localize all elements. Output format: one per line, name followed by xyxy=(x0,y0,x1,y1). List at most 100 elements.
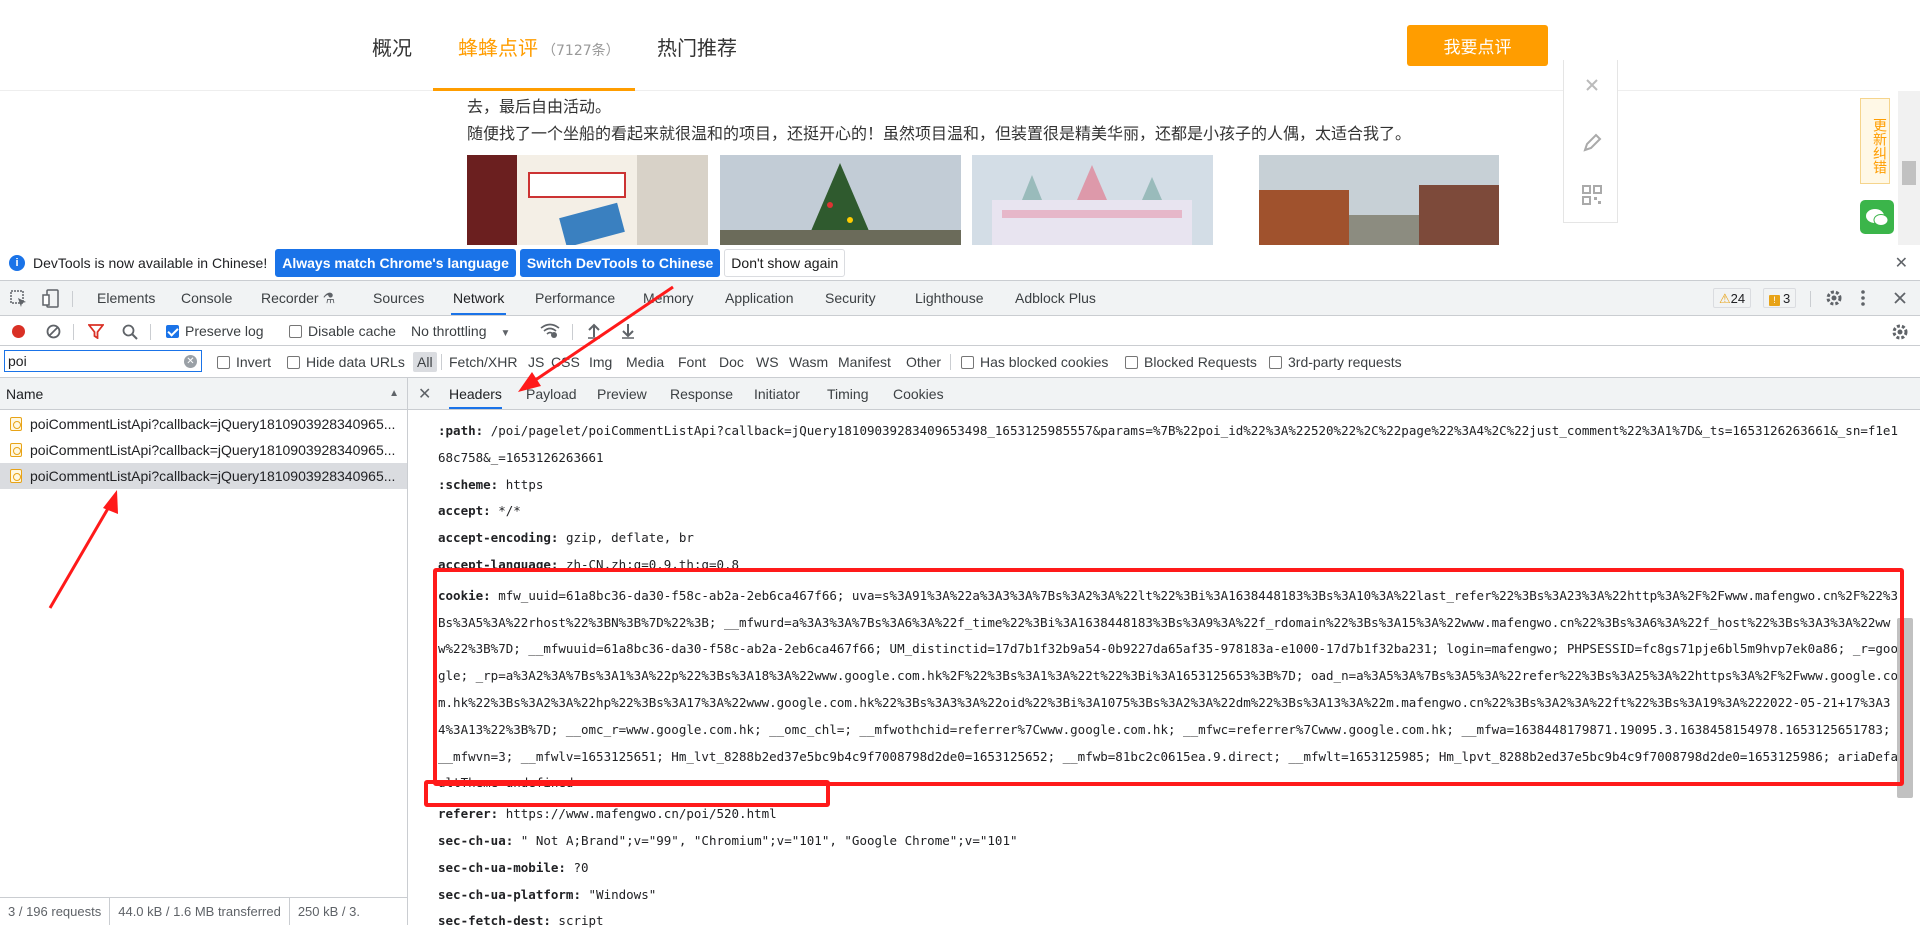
name-column-header[interactable]: Name ▲ xyxy=(0,378,407,410)
close-icon[interactable]: ✕ xyxy=(418,384,431,404)
divider xyxy=(150,324,151,340)
header-value: gzip, deflate, br xyxy=(565,530,694,546)
tab-preview[interactable]: Preview xyxy=(597,378,647,409)
review-photo[interactable] xyxy=(467,155,708,245)
request-name: poiCommentListApi?callback=jQuery1810903… xyxy=(30,442,396,458)
tab-network[interactable]: Network xyxy=(451,281,507,315)
chevron-down-icon: ▼ xyxy=(500,328,511,339)
tab-recorder[interactable]: Recorder ⚗ xyxy=(259,281,337,315)
photo-sign-graphic xyxy=(467,155,708,245)
invert-checkbox[interactable]: Invert xyxy=(217,347,271,377)
page-scrollbar[interactable] xyxy=(1898,91,1920,245)
inspect-element-icon[interactable] xyxy=(10,290,28,308)
blocked-cookies-checkbox[interactable]: Has blocked cookies xyxy=(961,347,1108,377)
type-filter-wasm[interactable]: Wasm xyxy=(787,352,830,372)
tab-initiator[interactable]: Initiator xyxy=(754,378,800,409)
network-conditions-icon[interactable] xyxy=(540,323,560,339)
warnings-badge[interactable]: ⚠24 xyxy=(1713,288,1752,308)
type-filter-ws[interactable]: WS xyxy=(754,352,781,372)
tab-reviews[interactable]: 蜂蜂点评 （7127条） xyxy=(458,32,620,61)
type-filter-font[interactable]: Font xyxy=(676,352,708,372)
type-filter-all[interactable]: All xyxy=(413,352,437,372)
wechat-icon[interactable] xyxy=(1860,200,1894,234)
tab-elements[interactable]: Elements xyxy=(95,281,157,315)
tab-console[interactable]: Console xyxy=(179,281,234,315)
more-options-icon[interactable] xyxy=(1859,289,1867,307)
tab-payload[interactable]: Payload xyxy=(526,378,577,409)
review-photo[interactable] xyxy=(720,155,961,245)
tab-recorder-label: Recorder xyxy=(261,290,319,306)
name-column-label: Name xyxy=(6,386,44,402)
type-filter-media[interactable]: Media xyxy=(624,352,666,372)
request-row[interactable]: poiCommentListApi?callback=jQuery1810903… xyxy=(0,411,407,437)
dont-show-again-button[interactable]: Don't show again xyxy=(724,248,846,277)
import-har-icon[interactable] xyxy=(587,323,601,339)
tab-overview[interactable]: 概况 xyxy=(372,32,412,61)
clear-filter-icon[interactable]: ✕ xyxy=(184,355,197,368)
tab-cookies[interactable]: Cookies xyxy=(893,378,944,409)
share-tool[interactable] xyxy=(1564,60,1619,110)
type-filter-manifest[interactable]: Manifest xyxy=(836,352,893,372)
correction-tab[interactable]: 更新纠错 xyxy=(1860,98,1890,184)
checkbox xyxy=(289,325,302,338)
match-language-button[interactable]: Always match Chrome's language xyxy=(275,248,516,277)
tab-memory[interactable]: Memory xyxy=(641,281,696,315)
close-devtools-icon[interactable] xyxy=(1893,291,1907,305)
tab-performance[interactable]: Performance xyxy=(533,281,617,315)
disable-cache-checkbox[interactable]: Disable cache xyxy=(289,316,396,346)
request-row[interactable]: poiCommentListApi?callback=jQuery1810903… xyxy=(0,437,407,463)
search-icon[interactable] xyxy=(122,324,138,340)
device-toolbar-icon[interactable] xyxy=(42,289,60,309)
close-icon[interactable]: ✕ xyxy=(1895,253,1908,273)
tab-lighthouse[interactable]: Lighthouse xyxy=(913,281,986,315)
hide-data-urls-checkbox[interactable]: Hide data URLs xyxy=(287,347,405,377)
filter-input[interactable] xyxy=(4,350,202,372)
issues-badge[interactable]: ! 3 xyxy=(1763,288,1797,308)
active-tab-underline xyxy=(433,88,635,91)
disable-cache-label: Disable cache xyxy=(308,323,396,339)
type-filter-other[interactable]: Other xyxy=(904,352,943,372)
info-icon: i xyxy=(9,254,25,271)
clear-icon[interactable] xyxy=(46,324,61,339)
qrcode-tool[interactable] xyxy=(1564,170,1619,220)
review-photo[interactable] xyxy=(972,155,1213,245)
tab-headers[interactable]: Headers xyxy=(449,378,502,409)
detail-tabbar: ✕ Headers Payload Preview Response Initi… xyxy=(408,378,1920,410)
export-har-icon[interactable] xyxy=(621,323,635,339)
write-review-button[interactable]: 我要点评 xyxy=(1407,25,1548,66)
tab-response[interactable]: Response xyxy=(670,378,733,409)
tab-reviews-label: 蜂蜂点评 xyxy=(458,36,538,60)
header-name: sec-ch-ua-mobile: xyxy=(438,859,566,875)
type-filter-img[interactable]: Img xyxy=(587,352,614,372)
header-value: /poi/pagelet/poiCommentListApi?callback=… xyxy=(438,423,1898,465)
tab-application[interactable]: Application xyxy=(723,281,796,315)
type-filter-js[interactable]: JS xyxy=(526,352,546,372)
switch-chinese-button[interactable]: Switch DevTools to Chinese xyxy=(519,248,721,277)
header-name: accept-encoding: xyxy=(438,530,559,546)
header-value: https xyxy=(505,476,544,492)
warnings-count: 24 xyxy=(1730,291,1746,306)
tab-sources[interactable]: Sources xyxy=(371,281,426,315)
type-filter-fetch-xhr[interactable]: Fetch/XHR xyxy=(447,352,519,372)
edit-tool[interactable] xyxy=(1564,118,1619,168)
request-row-selected[interactable]: poiCommentListApi?callback=jQuery1810903… xyxy=(0,463,407,489)
tab-adblock-plus[interactable]: Adblock Plus xyxy=(1013,281,1098,315)
throttling-select[interactable]: No throttling ▼ xyxy=(411,316,510,346)
review-count: （7127条） xyxy=(542,43,620,59)
tab-recommend[interactable]: 热门推荐 xyxy=(657,32,737,61)
blocked-requests-checkbox[interactable]: Blocked Requests xyxy=(1125,347,1257,377)
review-photo[interactable] xyxy=(1259,155,1499,245)
network-settings-gear-icon[interactable] xyxy=(1891,323,1909,341)
preserve-log-checkbox[interactable]: Preserve log xyxy=(166,316,264,346)
filter-icon[interactable] xyxy=(88,324,104,339)
tab-timing[interactable]: Timing xyxy=(827,378,869,409)
type-filter-css[interactable]: CSS xyxy=(549,352,582,372)
record-icon[interactable] xyxy=(11,324,26,339)
settings-gear-icon[interactable] xyxy=(1825,289,1843,307)
type-filter-doc[interactable]: Doc xyxy=(717,352,746,372)
tab-security[interactable]: Security xyxy=(823,281,878,315)
cookie-highlight-box xyxy=(433,568,1904,786)
page-scrollbar-thumb[interactable] xyxy=(1902,161,1916,185)
header-value: ?0 xyxy=(573,859,589,875)
third-party-checkbox[interactable]: 3rd-party requests xyxy=(1269,347,1402,377)
